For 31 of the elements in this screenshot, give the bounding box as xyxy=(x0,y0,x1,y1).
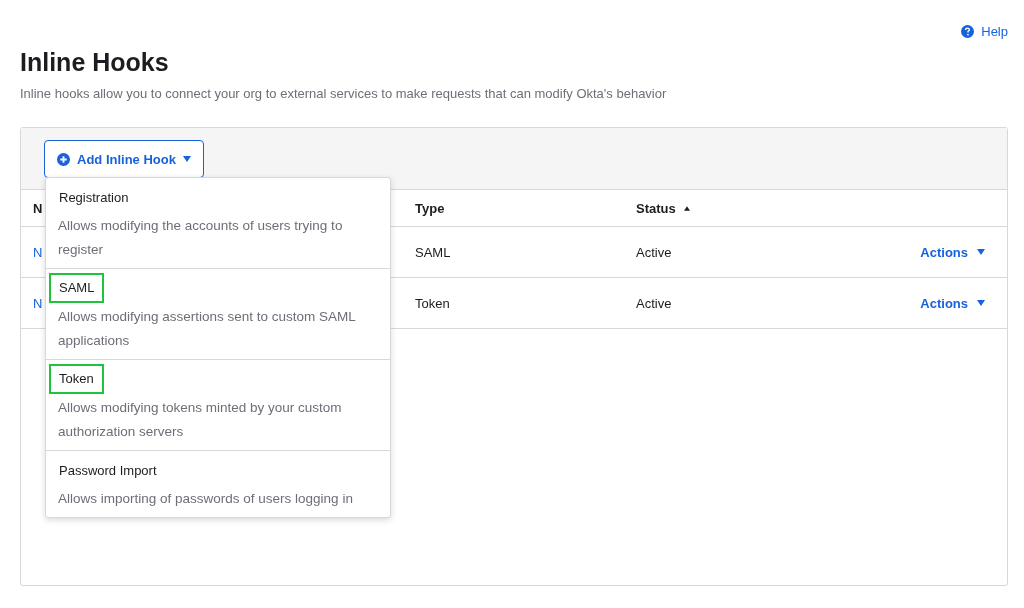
column-header[interactable]: Type xyxy=(415,200,636,216)
menu-item[interactable]: Password Import Allows importing of passwords of users logging in xyxy=(46,451,390,517)
menu-item-title: SAML xyxy=(49,273,105,303)
actions-menu-link[interactable]: Actions xyxy=(920,244,985,260)
plus-circle-icon xyxy=(57,152,70,166)
add-inline-hook-button[interactable]: Add Inline Hook xyxy=(44,140,204,178)
menu-item-title: Token xyxy=(49,364,104,394)
hook-name-link[interactable]: N xyxy=(33,295,43,311)
menu-item[interactable]: Registration Allows modifying the accounts of users trying to register xyxy=(46,178,390,269)
menu-item-title: Password Import xyxy=(58,462,158,480)
table-cell-text: SAML xyxy=(415,244,452,260)
hook-name-link[interactable]: N xyxy=(33,244,43,260)
table-cell-text: Active xyxy=(636,244,673,260)
caret-icon xyxy=(182,156,191,162)
caret-icon xyxy=(977,249,985,255)
page-description: Inline hooks allow you to connect your org to external services to make requests that can modify Okta's behavior xyxy=(20,86,668,101)
table-cell-text: Active xyxy=(636,295,673,311)
help-link[interactable]: Help xyxy=(961,20,1008,42)
caret-icon xyxy=(977,300,985,306)
menu-item-description: Allows importing of passwords of users logging in xyxy=(58,490,354,508)
menu-item-title: Registration xyxy=(58,189,130,207)
help-icon xyxy=(961,24,975,38)
page-title: Inline Hooks xyxy=(20,47,170,78)
menu-item[interactable]: Token Allows modifying tokens minted by your custom authorization servers xyxy=(46,360,390,451)
actions-menu-link[interactable]: Actions xyxy=(920,295,985,311)
column-header[interactable]: Status xyxy=(636,200,836,216)
menu-item-description: Allows modifying the accounts of users trying to register xyxy=(58,217,344,259)
menu-item-description: Allows modifying assertions sent to custom SAML applications xyxy=(58,308,357,350)
menu-item[interactable]: SAML Allows modifying assertions sent to custom SAML applications xyxy=(46,269,390,360)
menu-item-description: Allows modifying tokens minted by your custom authorization servers xyxy=(58,399,343,441)
table-cell-text: Token xyxy=(415,295,451,311)
